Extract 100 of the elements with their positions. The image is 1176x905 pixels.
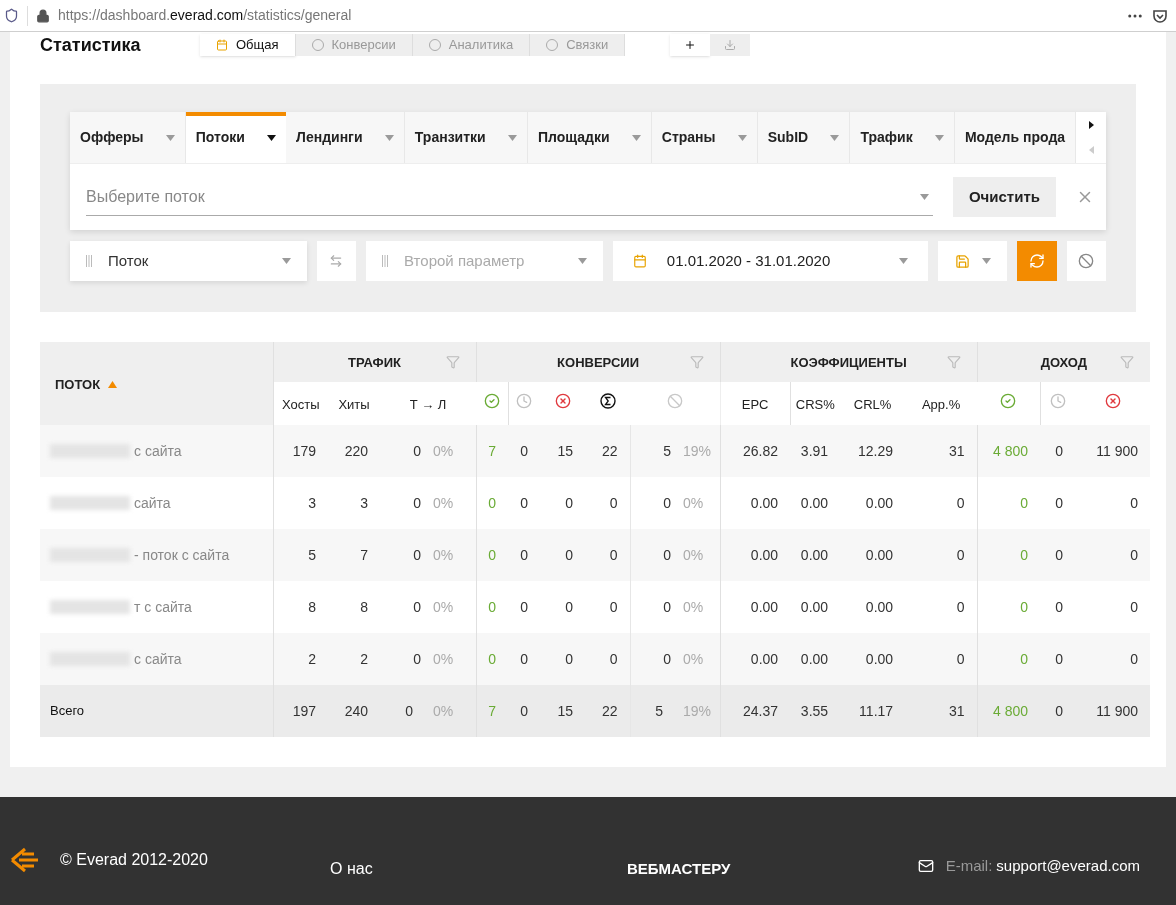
total-cell: 15 — [540, 685, 586, 737]
check-circle-icon — [483, 392, 500, 409]
sort-up-icon[interactable] — [108, 380, 118, 388]
table-cell: 0.00 — [750, 495, 779, 511]
filter-icon[interactable] — [1120, 355, 1135, 369]
table-cell: 0 — [1130, 495, 1139, 511]
pocket-icon[interactable] — [1152, 7, 1168, 24]
total-label: Всего — [40, 685, 273, 737]
table-cell: 2 — [308, 651, 316, 667]
grip-icon — [382, 255, 389, 267]
caret-icon — [899, 258, 909, 264]
table-cell: 0% — [683, 547, 704, 563]
calendar-icon — [632, 254, 647, 268]
refresh-icon — [1028, 253, 1045, 269]
table-cell: 0 — [565, 547, 574, 563]
column-group-header: ТРАФИК — [348, 355, 401, 370]
table-cell: 0 — [609, 495, 618, 511]
caret-icon — [165, 134, 175, 141]
filter-tab[interactable]: Страны — [651, 112, 758, 163]
table-cell: 0.00 — [800, 599, 829, 615]
about-link[interactable]: О нас — [330, 857, 627, 881]
filter-icon[interactable] — [445, 355, 460, 369]
sigma-circle-icon — [599, 392, 616, 409]
table-cell: 0 — [520, 547, 529, 563]
stream-name: - поток с сайта — [134, 545, 230, 565]
table-cell: 0 — [1130, 651, 1139, 667]
mail-icon — [917, 858, 934, 874]
total-cell: 24.37 — [720, 685, 791, 737]
table-cell: 0 — [1020, 651, 1029, 667]
caret-icon — [267, 134, 277, 141]
refresh-button[interactable] — [1017, 241, 1057, 281]
save-menu-button[interactable] — [938, 241, 1008, 281]
caret-icon — [507, 134, 517, 141]
total-cell: 197 — [273, 685, 328, 737]
check-circle-icon — [1000, 392, 1017, 409]
webmaster-link[interactable]: ВЕБМАСТЕРУ — [627, 857, 731, 881]
total-cell: 11.17 — [840, 685, 906, 737]
swap-button[interactable] — [316, 241, 357, 281]
filter-tab[interactable]: Лендинги — [286, 112, 405, 163]
x-circle-icon — [554, 392, 571, 409]
column-header: EPC — [741, 395, 769, 414]
column-header: CRS% — [795, 395, 835, 414]
table-cell: 0 — [1020, 599, 1029, 615]
table-cell: 22 — [601, 443, 618, 459]
total-cell: 0 — [508, 685, 541, 737]
table-cell: 3.91 — [800, 443, 829, 459]
column-header[interactable]: ПОТОК — [55, 374, 101, 394]
stream-name: сайта — [134, 493, 171, 513]
table-cell: 0 — [663, 599, 672, 615]
filter-tab[interactable]: Транзитки — [404, 112, 528, 163]
table-cell: 0% — [433, 495, 454, 511]
table-cell: 0 — [520, 495, 529, 511]
filter-icon[interactable] — [946, 355, 961, 369]
stream-name: с сайта — [134, 649, 182, 669]
caret-icon — [981, 258, 991, 264]
stream-name: т с сайта — [134, 597, 192, 617]
table-cell: 7 — [488, 443, 497, 459]
filter-tab[interactable]: Трафик — [850, 112, 955, 163]
caret-icon — [577, 258, 587, 264]
swap-icon — [329, 254, 344, 268]
column-header: CRL% — [853, 395, 892, 414]
caret-icon — [281, 258, 291, 264]
copyright-text: © Everad 2012-2020 — [60, 850, 209, 870]
table-cell: 0 — [565, 599, 574, 615]
table-cell: 0 — [413, 495, 421, 511]
download-button[interactable] — [710, 34, 751, 56]
address-bar-url[interactable]: https://dashboard.everad.com/statistics/general — [58, 5, 352, 26]
table-cell: 0.00 — [800, 651, 829, 667]
filter-tab[interactable]: SubID — [757, 112, 851, 163]
column-header: Т → Л — [409, 395, 447, 414]
filter-tab[interactable]: Площадки — [527, 112, 652, 163]
date-range-field[interactable]: 01.01.2020 - 31.01.2020 — [612, 241, 929, 281]
total-cell: 0 — [380, 685, 425, 737]
table-cell: 26.82 — [743, 443, 779, 459]
first-param-select[interactable]: Поток — [70, 241, 307, 281]
clear-button[interactable]: Очистить — [952, 177, 1056, 217]
logo-icon — [10, 847, 40, 873]
filter-icon[interactable] — [689, 355, 704, 369]
page-tab[interactable]: Общая — [200, 34, 296, 56]
calendar-icon — [216, 39, 228, 51]
table-cell: 0 — [609, 651, 618, 667]
add-button[interactable] — [670, 34, 711, 56]
email-link[interactable]: support@everad.com — [996, 854, 1140, 878]
filter-tab[interactable]: Офферы — [70, 112, 186, 163]
reset-button[interactable] — [1066, 241, 1107, 281]
table-cell: 0.00 — [865, 599, 894, 615]
filter-tab[interactable]: Модель прода — [954, 112, 1077, 163]
table-cell: 0 — [609, 599, 618, 615]
stream-select-field[interactable]: Выберите поток — [86, 178, 933, 216]
column-group-header: КОНВЕРСИИ — [557, 355, 640, 370]
table-cell: 0% — [433, 547, 454, 563]
table-cell: 0 — [956, 651, 965, 667]
ban-icon — [666, 392, 683, 409]
table-cell: 0 — [488, 599, 497, 615]
shield-icon[interactable] — [4, 8, 19, 23]
table-cell: 8 — [308, 599, 316, 615]
table-cell: 0 — [956, 547, 965, 563]
table-cell: 0 — [1020, 495, 1029, 511]
table-cell: 5 — [663, 443, 672, 459]
table-cell: 0 — [1055, 651, 1064, 667]
